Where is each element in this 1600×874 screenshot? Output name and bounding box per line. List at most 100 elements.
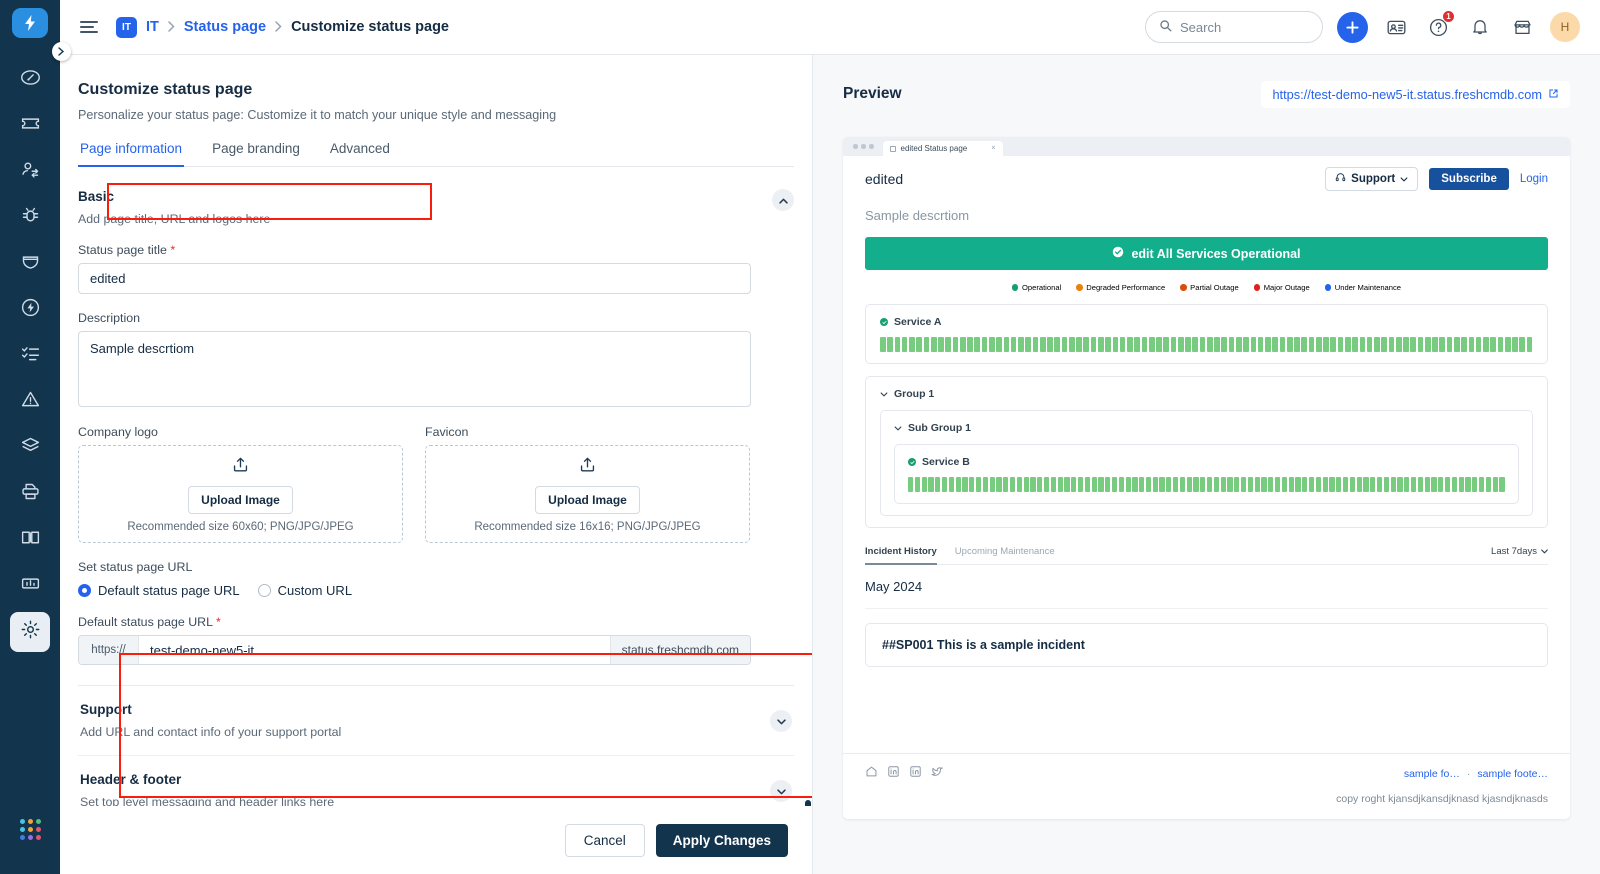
breadcrumb-status-page[interactable]: Status page xyxy=(184,19,266,35)
incident-range-dropdown[interactable]: Last 7days xyxy=(1491,546,1548,564)
radio-custom-url-label: Custom URL xyxy=(277,583,353,598)
support-section[interactable]: Support Add URL and contact info of your… xyxy=(78,686,794,756)
contacts-switch-icon xyxy=(20,159,41,185)
favicon-hint: Recommended size 16x16; PNG/JPG/JPEG xyxy=(474,521,701,533)
chevron-down-icon xyxy=(880,388,888,400)
favicon-dropzone[interactable]: Upload Image Recommended size 16x16; PNG… xyxy=(425,445,750,543)
workspace-label[interactable]: IT xyxy=(146,19,159,35)
radio-default-url-control[interactable] xyxy=(78,584,91,597)
overall-status-banner: edit All Services Operational xyxy=(865,237,1548,270)
radio-custom-url-control[interactable] xyxy=(257,584,271,597)
cancel-button[interactable]: Cancel xyxy=(564,823,645,857)
company-logo-field: Company logo Upload Image Recommended si… xyxy=(78,425,403,543)
sidebar-item-alerts[interactable] xyxy=(10,382,64,422)
help-badge: 1 xyxy=(1442,10,1455,23)
preview-title: Preview xyxy=(843,85,902,102)
workspace-badge[interactable]: IT xyxy=(116,16,137,38)
sidebar-item-admin[interactable] xyxy=(10,612,50,652)
linkedin-icon[interactable] xyxy=(887,765,900,783)
header-footer-section[interactable]: Header & footer Set top level messaging … xyxy=(78,756,794,806)
search-input[interactable]: Search xyxy=(1145,11,1323,43)
set-status-page-url-label: Set status page URL xyxy=(78,560,193,574)
lightning-logo[interactable] xyxy=(12,8,48,38)
footer-link-separator: · xyxy=(1466,768,1471,780)
add-button[interactable] xyxy=(1337,11,1368,43)
check-circle-icon xyxy=(880,318,888,326)
sidebar-item-dashboard[interactable] xyxy=(10,60,50,100)
tab-upcoming-maintenance[interactable]: Upcoming Maintenance xyxy=(955,546,1055,564)
support-expand-toggle[interactable] xyxy=(770,709,792,732)
preview-url-link[interactable]: https://test-demo-new5-it.status.freshcm… xyxy=(1261,80,1570,108)
main-area: IT IT Status page Customize status page … xyxy=(60,0,1600,874)
tab-page-information[interactable]: Page information xyxy=(78,141,185,167)
footer-copyright: copy roght kjansdjkansdjknasd kjasndjkna… xyxy=(1336,793,1548,805)
avatar[interactable]: H xyxy=(1550,12,1580,42)
description-textarea[interactable]: Sample descrtiom xyxy=(78,331,751,407)
help-button[interactable]: 1 xyxy=(1424,10,1455,41)
home-icon[interactable] xyxy=(865,765,878,783)
status-page-title-input[interactable]: edited xyxy=(78,263,751,294)
basic-collapse-toggle[interactable] xyxy=(772,189,794,211)
editor-scrollbar[interactable] xyxy=(805,800,811,806)
sidebar-item-tickets[interactable] xyxy=(10,106,64,146)
header-footer-expand-toggle[interactable] xyxy=(770,779,792,802)
sidebar-item-assets[interactable] xyxy=(10,428,64,468)
incident-card[interactable]: ##SP001 This is a sample incident xyxy=(865,623,1548,667)
bell-icon[interactable] xyxy=(1466,13,1494,41)
company-logo-dropzone[interactable]: Upload Image Recommended size 60x60; PNG… xyxy=(78,445,403,543)
login-link[interactable]: Login xyxy=(1520,173,1548,185)
footer-link-2[interactable]: sample foote… xyxy=(1477,768,1548,780)
sub-group-1-header[interactable]: Sub Group 1 xyxy=(894,422,1519,434)
company-logo-upload-button[interactable]: Upload Image xyxy=(188,486,293,514)
linkedin-icon[interactable] xyxy=(909,765,922,783)
close-icon[interactable]: × xyxy=(991,145,995,152)
tab-incident-history[interactable]: Incident History xyxy=(865,546,937,565)
apply-changes-button[interactable]: Apply Changes xyxy=(655,823,788,857)
twitter-icon[interactable] xyxy=(931,765,944,783)
header-footer-section-description: Set top level messaging and header links… xyxy=(80,795,335,806)
basic-section-header: Basic Add page title, URL and logos here xyxy=(78,189,794,226)
service-card-service-a: Service A xyxy=(865,304,1548,364)
service-a-label: Service A xyxy=(894,316,942,328)
sidebar-item-contacts[interactable] xyxy=(10,152,64,192)
top-bar-actions: Search 1 H xyxy=(1145,10,1580,43)
marketplace-icon[interactable] xyxy=(1508,13,1536,41)
sidebar-item-tasks[interactable] xyxy=(10,336,50,376)
group-1-label: Group 1 xyxy=(894,388,935,400)
preview-header: Preview https://test-demo-new5-it.status… xyxy=(843,77,1570,111)
gauge-icon xyxy=(20,67,41,93)
default-url-field: Default status page URL * https:// test-… xyxy=(78,615,794,665)
sidebar-item-releases[interactable] xyxy=(10,290,50,330)
favicon-upload-button[interactable]: Upload Image xyxy=(535,486,640,514)
url-suffix: status.freshcmdb.com xyxy=(609,636,750,664)
footer-link-1[interactable]: sample fo… xyxy=(1404,768,1460,780)
status-page-header: edited Support Subscribe Login xyxy=(843,156,1570,202)
sidebar-item-analytics[interactable] xyxy=(10,566,64,606)
tab-page-branding[interactable]: Page branding xyxy=(210,141,302,166)
chevron-down-icon xyxy=(776,712,786,730)
content-split: Customize status page Personalize your s… xyxy=(60,55,1600,874)
radio-custom-url[interactable]: Custom URL xyxy=(257,583,353,598)
browser-tab[interactable]: edited Status page × xyxy=(882,141,1003,156)
group-1-header[interactable]: Group 1 xyxy=(880,388,1533,400)
bug-icon xyxy=(20,205,41,231)
chevron-down-icon xyxy=(1541,546,1548,557)
company-logo-hint: Recommended size 60x60; PNG/JPG/JPEG xyxy=(127,521,354,533)
sidebar-item-changes[interactable] xyxy=(10,244,50,284)
left-nav-rail xyxy=(0,0,71,874)
check-circle-icon xyxy=(908,458,916,466)
hamburger-icon[interactable] xyxy=(80,21,98,33)
description-field: Description Sample descrtiom xyxy=(78,311,794,407)
support-dropdown[interactable]: Support xyxy=(1325,167,1419,191)
subscribe-button[interactable]: Subscribe xyxy=(1429,168,1509,190)
incident-month-label: May 2024 xyxy=(865,579,1548,609)
sidebar-item-problems[interactable] xyxy=(10,198,50,238)
radio-default-url[interactable]: Default status page URL xyxy=(78,583,240,598)
tab-advanced[interactable]: Advanced xyxy=(328,141,392,166)
rail-expand-button[interactable] xyxy=(52,42,71,61)
contact-card-icon[interactable] xyxy=(1382,13,1410,41)
sidebar-item-solutions[interactable] xyxy=(10,520,50,560)
sidebar-item-inventory[interactable] xyxy=(10,474,64,514)
app-switcher[interactable] xyxy=(0,819,60,840)
url-slug-input[interactable]: test-demo-new5-it xyxy=(139,643,610,658)
